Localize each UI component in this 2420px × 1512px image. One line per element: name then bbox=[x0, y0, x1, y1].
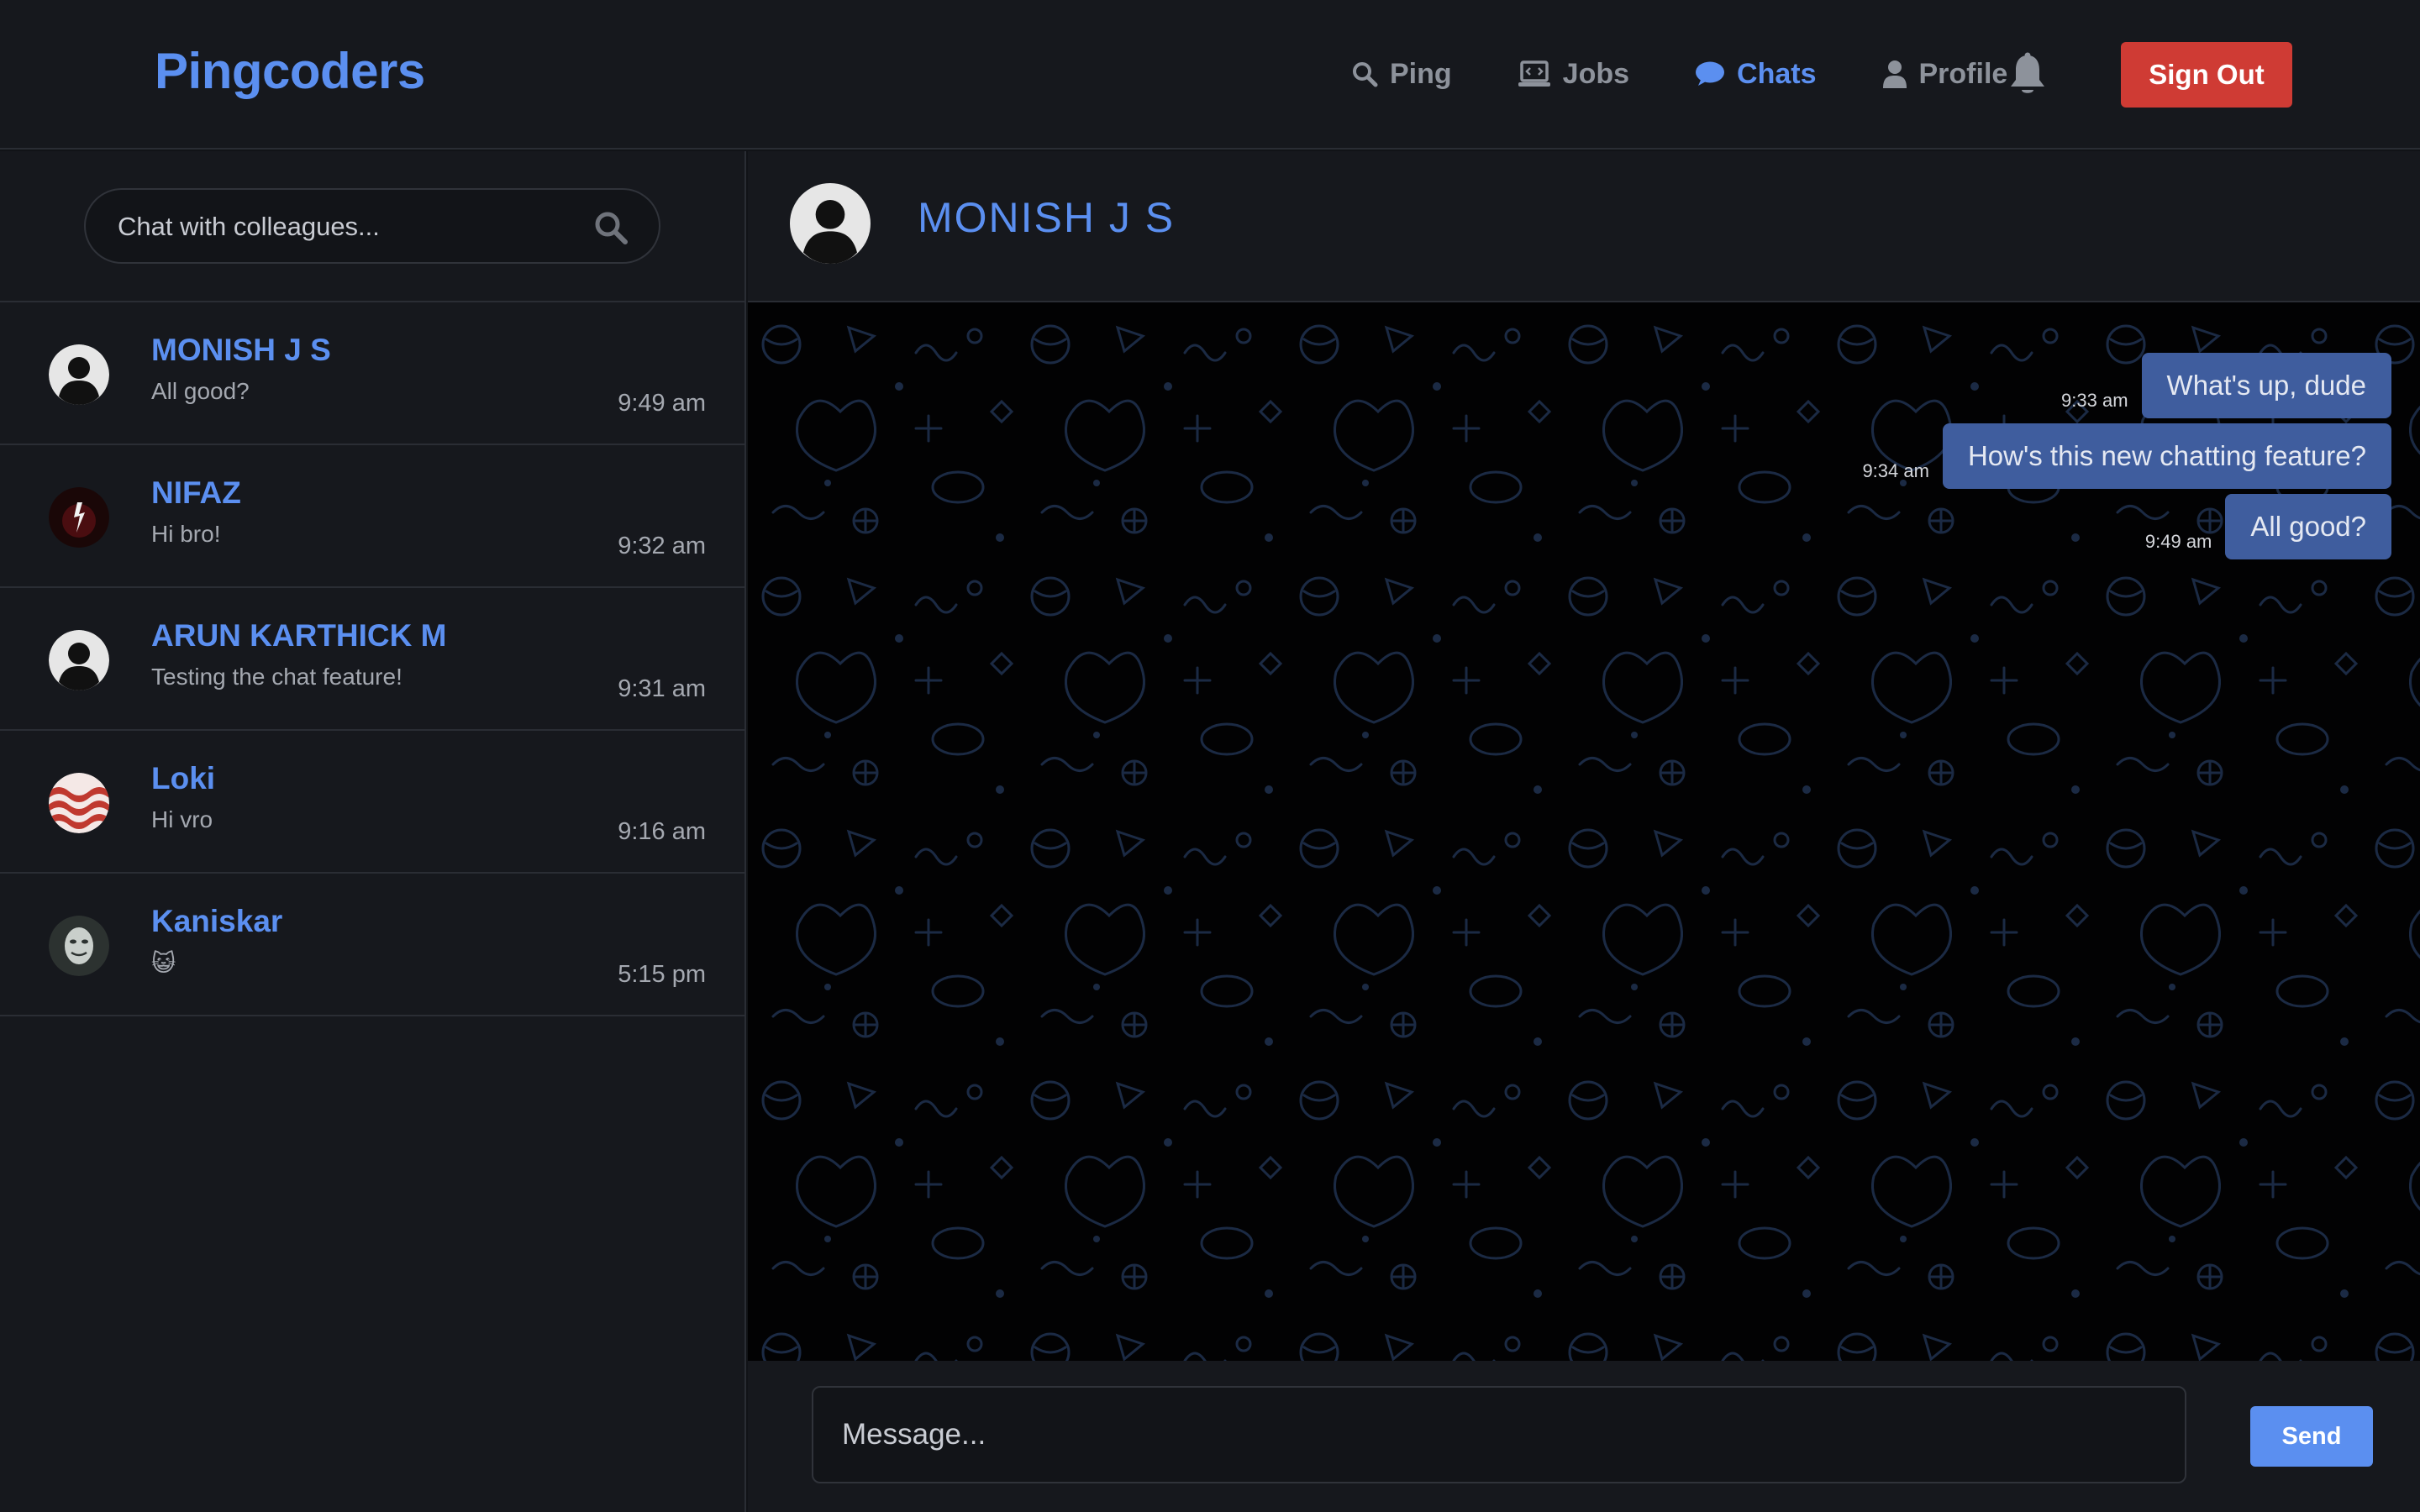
conversation-name: Kaniskar bbox=[151, 904, 283, 938]
conversation-item[interactable]: MONISH J S All good? 9:49 am bbox=[0, 302, 744, 445]
laptop-code-icon bbox=[1518, 60, 1550, 87]
photo-avatar-icon bbox=[49, 487, 109, 548]
message-time: 9:33 am bbox=[2061, 390, 2128, 411]
conversation-preview: Hi vro bbox=[151, 806, 213, 832]
nav-profile[interactable]: Profile bbox=[1882, 49, 2008, 99]
conversation-preview: 😺 bbox=[151, 950, 176, 976]
conversation-sidebar: MONISH J S All good? 9:49 am NIFAZ Hi br… bbox=[0, 151, 746, 1512]
message-composer: Send bbox=[748, 1361, 2420, 1512]
nav-jobs-label: Jobs bbox=[1562, 57, 1630, 90]
conversation-name: NIFAZ bbox=[151, 475, 241, 510]
conversation-time: 9:49 am bbox=[618, 390, 706, 417]
default-avatar-icon bbox=[49, 630, 109, 690]
brand-logo[interactable]: Pingcoders bbox=[155, 42, 425, 100]
search-box bbox=[84, 188, 660, 264]
nav-ping[interactable]: Ping bbox=[1351, 49, 1452, 99]
top-navbar: Pingcoders Ping Jobs Chats Profile Sign … bbox=[0, 0, 2420, 150]
message-row: 9:34 am How's this new chatting feature? bbox=[1862, 423, 2391, 489]
chat-contact-name[interactable]: MONISH J S bbox=[918, 193, 1175, 242]
contact-avatar-icon[interactable] bbox=[790, 183, 871, 264]
chat-bubble-icon bbox=[1696, 61, 1725, 86]
nav-profile-label: Profile bbox=[1918, 57, 2008, 90]
search-area bbox=[0, 151, 744, 302]
message-time: 9:49 am bbox=[2144, 531, 2212, 552]
message-row: 9:33 am What's up, dude bbox=[2061, 353, 2391, 418]
conversation-item[interactable]: Kaniskar 😺 5:15 pm bbox=[0, 874, 744, 1016]
nav-jobs[interactable]: Jobs bbox=[1518, 49, 1629, 99]
mask-avatar-icon bbox=[49, 916, 109, 976]
nav-chats-label: Chats bbox=[1737, 57, 1817, 90]
search-input[interactable] bbox=[118, 205, 571, 249]
conversation-preview: Hi bro! bbox=[151, 521, 221, 547]
main-nav: Ping Jobs Chats Profile bbox=[1351, 49, 2073, 99]
nav-ping-label: Ping bbox=[1390, 57, 1452, 90]
conversation-preview: Testing the chat feature! bbox=[151, 664, 402, 690]
wave-avatar-icon bbox=[49, 773, 109, 833]
conversation-name: MONISH J S bbox=[151, 333, 331, 367]
conversation-name: Loki bbox=[151, 761, 216, 795]
sign-out-button[interactable]: Sign Out bbox=[2121, 42, 2292, 108]
default-avatar-icon bbox=[49, 344, 109, 405]
message-bubble[interactable]: All good? bbox=[2225, 494, 2391, 559]
bell-icon[interactable] bbox=[2008, 52, 2047, 97]
message-time: 9:34 am bbox=[1862, 460, 1929, 481]
conversation-time: 9:31 am bbox=[618, 675, 706, 702]
message-bubble[interactable]: What's up, dude bbox=[2141, 353, 2391, 418]
chat-header: MONISH J S bbox=[748, 151, 2420, 302]
nav-chats[interactable]: Chats bbox=[1695, 49, 1817, 99]
app-root: Pingcoders Ping Jobs Chats Profile Sign … bbox=[0, 0, 2420, 1512]
conversation-item[interactable]: Loki Hi vro 9:16 am bbox=[0, 731, 744, 874]
conversation-time: 9:32 am bbox=[618, 533, 706, 559]
message-area[interactable]: 9:33 am What's up, dude 9:34 am How's th… bbox=[748, 302, 2420, 1361]
conversation-preview: All good? bbox=[151, 378, 250, 404]
search-icon bbox=[1353, 62, 1378, 87]
conversation-item[interactable]: NIFAZ Hi bro! 9:32 am bbox=[0, 445, 744, 588]
conversation-item[interactable]: ARUN KARTHICK M Testing the chat feature… bbox=[0, 588, 744, 731]
user-icon bbox=[1882, 60, 1907, 88]
search-icon[interactable] bbox=[593, 210, 629, 245]
message-row: 9:49 am All good? bbox=[2145, 494, 2391, 559]
conversation-name: ARUN KARTHICK M bbox=[151, 618, 447, 653]
message-bubble[interactable]: How's this new chatting feature? bbox=[1942, 423, 2391, 489]
conversation-time: 5:15 pm bbox=[618, 961, 706, 988]
conversation-time: 9:16 am bbox=[618, 818, 706, 845]
send-button[interactable]: Send bbox=[2250, 1406, 2373, 1467]
message-input[interactable] bbox=[812, 1386, 2186, 1483]
